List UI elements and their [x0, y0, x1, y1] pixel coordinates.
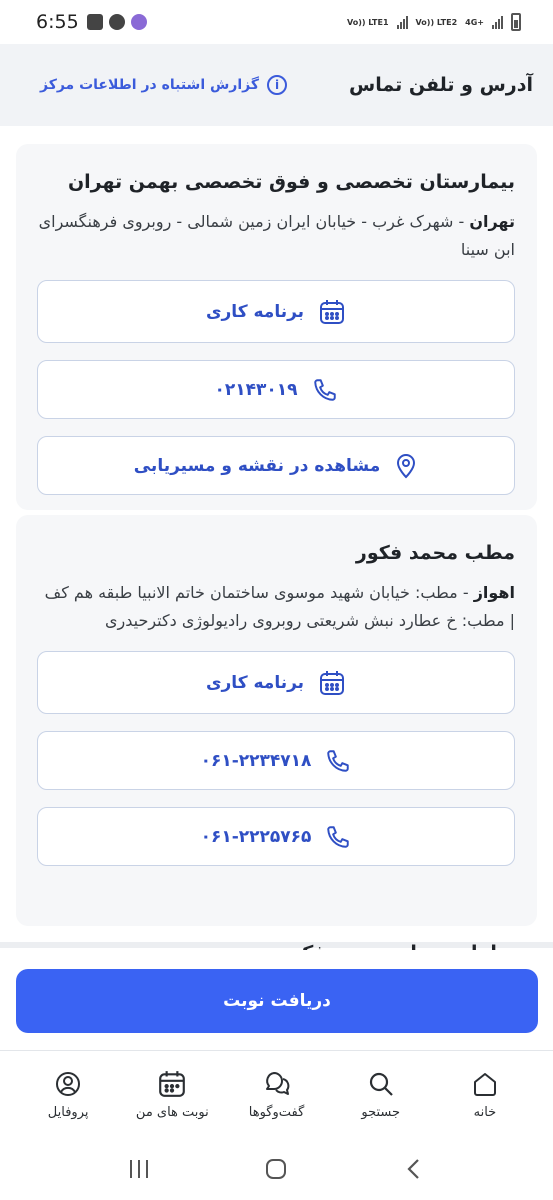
- page-header: آدرس و تلفن تماس i گزارش اشتباه در اطلاع…: [0, 44, 553, 126]
- chevron-left-icon: [407, 1158, 419, 1179]
- get-appointment-button[interactable]: دریافت نوبت: [16, 969, 538, 1033]
- phone-number: ۰۲۱۴۳۰۱۹: [214, 379, 298, 400]
- nav-search-label: جستجو: [361, 1104, 401, 1120]
- calendar-icon: [159, 1070, 186, 1097]
- sim1-label: Vo)) LTE1: [346, 17, 389, 27]
- address-text: - مطب: خیابان شهید موسوی ساختمان خاتم ال…: [44, 583, 515, 630]
- battery-icon: [511, 13, 521, 31]
- location-card: بیمارستان تخصصی و فوق تخصصی بهمن تهران ت…: [16, 144, 537, 510]
- home-system-button[interactable]: [261, 1154, 291, 1184]
- address-city: تهران: [469, 212, 515, 231]
- location-title: مطب محمد فکور: [355, 542, 515, 564]
- home-icon: [473, 1072, 496, 1096]
- page-title: آدرس و تلفن تماس: [349, 74, 533, 96]
- back-button[interactable]: [399, 1154, 429, 1184]
- bottom-nav: خانه جستجو گفت‌وگوها نوبت های من پروفایل: [0, 1050, 553, 1137]
- gallery-icon: [86, 14, 103, 30]
- home-square-icon: [266, 1158, 287, 1179]
- calendar-icon: [318, 298, 346, 326]
- info-icon: i: [267, 75, 288, 95]
- nav-home[interactable]: خانه: [435, 1069, 535, 1120]
- map-button[interactable]: مشاهده در نقشه و مسیریابی: [37, 436, 515, 495]
- cta-container: دریافت نوبت: [0, 950, 553, 1050]
- nav-appointments[interactable]: نوبت های من: [122, 1069, 222, 1120]
- schedule-button[interactable]: برنامه کاری: [37, 651, 515, 714]
- phone-icon: [325, 824, 351, 850]
- report-error-label: گزارش اشتباه در اطلاعات مرکز: [40, 77, 260, 93]
- nav-chats-label: گفت‌وگوها: [248, 1104, 305, 1120]
- app-icon: [130, 14, 147, 30]
- chat-icon: [265, 1071, 289, 1095]
- nav-search[interactable]: جستجو: [331, 1069, 431, 1120]
- phone-button[interactable]: ۰۲۱۴۳۰۱۹: [37, 360, 515, 419]
- nav-home-label: خانه: [473, 1104, 497, 1120]
- phone-icon: [312, 377, 338, 403]
- location-address: تهران - شهرک غرب - خیابان ایران زمین شما…: [38, 208, 515, 264]
- nav-appointments-label: نوبت های من: [135, 1104, 209, 1120]
- nav-profile-label: پروفایل: [47, 1104, 89, 1120]
- schedule-button[interactable]: برنامه کاری: [37, 280, 515, 343]
- report-error-link[interactable]: i گزارش اشتباه در اطلاعات مرکز: [40, 75, 288, 95]
- phone-icon: [325, 748, 351, 774]
- recent-apps-icon: [129, 1159, 148, 1178]
- address-text: - شهرک غرب - خیابان ایران زمین شمالی - ر…: [38, 212, 515, 259]
- search-icon: [369, 1072, 393, 1096]
- phone-button[interactable]: ۰۶۱-۲۲۳۴۷۱۸: [37, 731, 515, 790]
- schedule-label: برنامه کاری: [205, 301, 305, 322]
- nav-profile[interactable]: پروفایل: [18, 1069, 118, 1120]
- status-left: 6:55: [36, 11, 147, 33]
- location-title: بیمارستان تخصصی و فوق تخصصی بهمن تهران: [67, 171, 515, 193]
- address-city: اهواز: [473, 583, 515, 602]
- status-right: Vo)) LTE1 Vo)) LTE2 4G+: [347, 13, 521, 31]
- phone-button[interactable]: ۰۶۱-۲۲۲۵۷۶۵: [37, 807, 515, 866]
- signal-icon: [396, 15, 408, 29]
- notification-icons: [86, 14, 147, 30]
- messenger-icon: [108, 14, 125, 30]
- recent-apps-button[interactable]: [124, 1154, 154, 1184]
- schedule-label: برنامه کاری: [205, 672, 305, 693]
- clock: 6:55: [36, 11, 79, 33]
- network-label: 4G+: [465, 17, 484, 27]
- sim2-label: Vo)) LTE2: [415, 17, 458, 27]
- map-label: مشاهده در نقشه و مسیریابی: [133, 455, 381, 476]
- phone-number: ۰۶۱-۲۲۳۴۷۱۸: [200, 750, 312, 771]
- location-address: اهواز - مطب: خیابان شهید موسوی ساختمان خ…: [38, 579, 515, 635]
- status-bar: 6:55 Vo)) LTE1 Vo)) LTE2 4G+: [0, 0, 553, 44]
- location-card: مطب محمد فکور اهواز - مطب: خیابان شهید م…: [16, 515, 537, 926]
- calendar-icon: [318, 669, 346, 697]
- nav-chats[interactable]: گفت‌وگوها: [227, 1069, 327, 1120]
- profile-icon: [56, 1071, 81, 1096]
- map-pin-icon: [394, 453, 418, 479]
- signal-icon-2: [492, 15, 503, 29]
- system-nav: [0, 1137, 553, 1200]
- phone-number: ۰۶۱-۲۲۲۵۷۶۵: [200, 826, 312, 847]
